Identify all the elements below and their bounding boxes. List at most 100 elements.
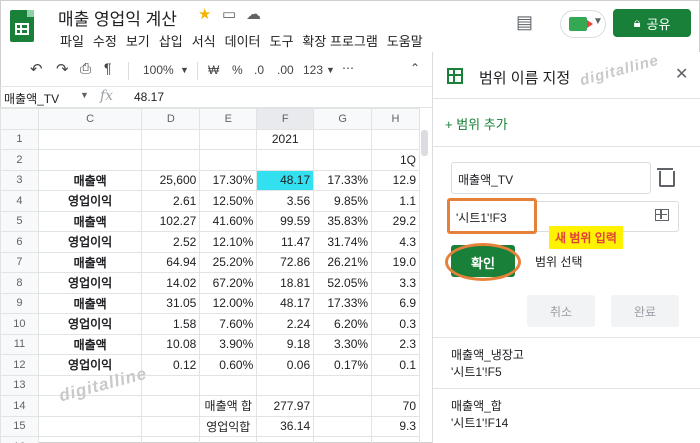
menu-format[interactable]: 서식	[192, 31, 216, 50]
zoom-select[interactable]: 100%	[143, 63, 174, 77]
format-chevron-icon[interactable]: ▼	[326, 65, 335, 75]
row-header[interactable]: 4	[0, 190, 39, 212]
comment-icon[interactable]: ▤	[516, 12, 533, 33]
row-header[interactable]: 10	[0, 313, 39, 335]
cell[interactable]: 31.74%	[313, 231, 373, 253]
row-header[interactable]: 13	[0, 374, 39, 396]
cell[interactable]	[199, 374, 258, 396]
meet-button[interactable]: ▼	[560, 10, 606, 38]
cell[interactable]: 52.05%	[313, 272, 373, 294]
row-header[interactable]: 3	[0, 169, 39, 191]
cell[interactable]: 17.33%	[313, 292, 373, 314]
cell[interactable]	[141, 374, 201, 396]
menu-file[interactable]: 파일	[60, 31, 84, 50]
range-name-input[interactable]: 매출액_TV	[451, 162, 651, 194]
cell[interactable]: 25,600	[141, 169, 201, 191]
move-folder-icon[interactable]: ▭	[222, 5, 236, 23]
cell[interactable]: 64.94	[141, 251, 201, 273]
menu-extensions[interactable]: 확장 프로그램	[302, 31, 377, 50]
cell[interactable]: 18.81	[256, 272, 315, 294]
more-icon[interactable]: ⋯	[342, 61, 354, 75]
add-range-link[interactable]: + 범위 추가	[445, 114, 508, 133]
menu-data[interactable]: 데이터	[225, 31, 261, 50]
cell[interactable]: 0.3	[371, 313, 420, 335]
row-header[interactable]: 14	[0, 395, 39, 417]
cell[interactable]	[37, 415, 143, 437]
cell[interactable]: 매출액	[37, 292, 143, 314]
currency-format-button[interactable]: ₩	[208, 63, 219, 77]
collapse-chevron-icon[interactable]: ⌃	[410, 61, 420, 75]
cell[interactable]: 3.56	[256, 190, 315, 212]
cell[interactable]: 매출액 합	[199, 395, 258, 417]
named-range-item[interactable]: 매출액_합 '시트1'!F14	[451, 398, 508, 432]
cell[interactable]: 2.24	[256, 313, 315, 335]
close-icon[interactable]: ✕	[675, 64, 688, 84]
cell[interactable]: 2.61	[141, 190, 201, 212]
cell[interactable]: 매출액	[37, 251, 143, 273]
row-header[interactable]: 12	[0, 354, 39, 376]
cell[interactable]: 12.9	[371, 169, 420, 191]
cell[interactable]: 17.33%	[313, 169, 373, 191]
column-header[interactable]: G	[313, 108, 373, 130]
cell[interactable]: 4.3	[371, 231, 420, 253]
cell[interactable]: 12.10%	[199, 231, 258, 253]
cell[interactable]: 72.86	[256, 251, 315, 273]
cloud-status-icon[interactable]: ☁	[246, 5, 261, 23]
cell[interactable]: 9.18	[256, 333, 315, 355]
cell[interactable]: 277.97	[256, 395, 315, 417]
cell[interactable]	[256, 374, 315, 396]
menu-tools[interactable]: 도구	[270, 31, 294, 50]
cell[interactable]: 48.17	[256, 292, 315, 314]
row-header[interactable]: 16	[0, 436, 39, 443]
cell[interactable]: 0.12	[141, 354, 201, 376]
cell[interactable]: 0.60%	[199, 354, 258, 376]
cell[interactable]: 1Q	[371, 149, 420, 171]
cell[interactable]	[141, 395, 201, 417]
cancel-button[interactable]: 취소	[527, 295, 595, 327]
cell[interactable]: 10.08	[141, 333, 201, 355]
trash-icon[interactable]	[657, 166, 675, 187]
cell[interactable]: 17.30%	[199, 169, 258, 191]
row-header[interactable]: 15	[0, 415, 39, 437]
paint-format-icon[interactable]: ¶	[104, 60, 112, 76]
select-range-grid-icon[interactable]	[655, 209, 669, 221]
zoom-chevron-icon[interactable]: ▼	[180, 65, 189, 75]
cell[interactable]	[313, 128, 373, 150]
row-header[interactable]: 8	[0, 272, 39, 294]
row-header[interactable]: 7	[0, 251, 39, 273]
cell[interactable]: 2.52	[141, 231, 201, 253]
cell[interactable]	[141, 436, 201, 443]
cell[interactable]: 9.85%	[313, 190, 373, 212]
cell[interactable]: 2021	[256, 128, 315, 150]
cell[interactable]: 29.2	[371, 210, 420, 232]
column-header[interactable]: F	[256, 108, 315, 130]
cell[interactable]	[199, 149, 258, 171]
cell[interactable]	[313, 374, 373, 396]
menu-insert[interactable]: 삽입	[159, 31, 183, 50]
cell[interactable]: 36.14	[256, 415, 315, 437]
cell[interactable]: 9.3	[371, 415, 420, 437]
percent-format-button[interactable]: %	[232, 63, 243, 77]
cell[interactable]	[141, 415, 201, 437]
column-header[interactable]: C	[37, 108, 143, 130]
cell[interactable]: 0.1	[371, 354, 420, 376]
cell[interactable]	[199, 436, 258, 443]
redo-icon[interactable]: ↷	[56, 60, 69, 78]
cell[interactable]: 35.83%	[313, 210, 373, 232]
cell[interactable]: 3.90%	[199, 333, 258, 355]
cell[interactable]: 11.47	[256, 231, 315, 253]
sheets-logo-icon[interactable]	[10, 10, 34, 42]
cell[interactable]	[313, 395, 373, 417]
cell[interactable]: 7.60%	[199, 313, 258, 335]
selected-cell[interactable]: 48.17	[256, 169, 315, 191]
decrease-decimal-button[interactable]: .0	[254, 63, 264, 77]
cell[interactable]: 매출액	[37, 333, 143, 355]
cell[interactable]	[37, 128, 143, 150]
row-header[interactable]: 6	[0, 231, 39, 253]
cell[interactable]	[37, 149, 143, 171]
row-header[interactable]: 5	[0, 210, 39, 232]
cell[interactable]: 41.60%	[199, 210, 258, 232]
cell[interactable]	[371, 436, 420, 443]
cell[interactable]: 102.27	[141, 210, 201, 232]
row-header[interactable]: 2	[0, 149, 39, 171]
